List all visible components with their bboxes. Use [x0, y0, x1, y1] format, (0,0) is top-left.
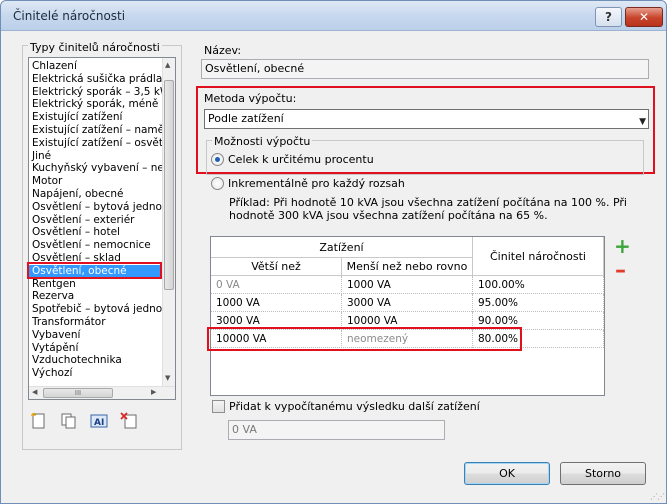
scroll-right-icon[interactable]: ▶	[151, 388, 156, 396]
types-list[interactable]: Chlazení Elektrická sušička prádla Elektri…	[28, 57, 176, 400]
delete-type-icon[interactable]	[120, 412, 138, 430]
list-item[interactable]: Osvětlení – bytová jednotk	[29, 201, 163, 214]
horizontal-scroll-thumb[interactable]: III	[43, 388, 113, 398]
list-item[interactable]: Existující zatížení	[29, 111, 163, 124]
list-item[interactable]: Napájení, obecné	[29, 188, 163, 201]
rename-type-icon[interactable]: AI	[90, 412, 108, 430]
types-label: Typy činitelů náročnosti	[28, 41, 162, 54]
selected-item-highlight-frame	[27, 261, 162, 279]
window-title: Činitelé náročnosti	[13, 9, 126, 23]
cell-greater[interactable]: 1000 VA	[211, 294, 342, 312]
cell-greater[interactable]: 0 VA	[211, 276, 342, 294]
method-selected-value: Podle zatížení	[208, 112, 284, 125]
list-item[interactable]: Rentgen	[29, 278, 163, 291]
header-demand-factor[interactable]: Činitel náročnosti	[473, 237, 604, 276]
scroll-up-icon[interactable]: ▲	[165, 61, 170, 69]
example-text-line-1: Příklad: Při hodnotě 10 kVA jsou všechna…	[229, 196, 627, 209]
resize-grip-icon[interactable]: ⋰⋰	[650, 492, 665, 501]
close-button[interactable]: ✕	[625, 7, 663, 27]
list-item[interactable]: Vzduchotechnika	[29, 354, 163, 367]
list-item[interactable]: Jiné	[29, 150, 163, 163]
list-item[interactable]: Kuchyňský vybavení – neb	[29, 162, 163, 175]
new-type-icon[interactable]	[30, 412, 48, 430]
add-row-icon[interactable]: +	[614, 234, 631, 258]
radio-incremental[interactable]	[211, 177, 224, 190]
add-load-checkbox[interactable]	[212, 400, 225, 413]
list-item[interactable]: Chlazení	[29, 60, 163, 73]
list-item[interactable]: Motor	[29, 175, 163, 188]
vertical-scroll-thumb[interactable]	[164, 80, 174, 290]
duplicate-type-icon[interactable]	[60, 412, 78, 430]
list-item[interactable]: Osvětlení – exteriér	[29, 214, 163, 227]
additional-load-field[interactable]: 0 VA	[228, 420, 445, 440]
example-text-line-2: hodnotě 300 kVA jsou všechna zatížení po…	[229, 209, 548, 222]
title-bar[interactable]: Činitelé náročnosti ? ✕	[1, 1, 666, 31]
method-select[interactable]: Podle zatížení ▼	[204, 109, 649, 129]
types-list-items: Chlazení Elektrická sušička prádla Elektri…	[29, 60, 163, 380]
method-label: Metoda výpočtu:	[204, 92, 297, 105]
list-item[interactable]: Elektrický sporák, méně než	[29, 98, 163, 111]
calculation-options-label: Možnosti výpočtu	[212, 135, 313, 148]
remove-row-icon[interactable]: –	[615, 258, 626, 283]
radio-whole-percent-label: Celek k určitému procentu	[228, 153, 374, 166]
add-load-label: Přidat k vypočítanému výsledku další zat…	[229, 400, 480, 413]
list-item[interactable]: Spotřebič – bytová jednotk	[29, 303, 163, 316]
cell-factor[interactable]: 95.00%	[473, 294, 604, 312]
list-item[interactable]: Osvětlení – hotel	[29, 226, 163, 239]
types-vertical-scrollbar[interactable]: ▲ ▼	[162, 58, 175, 386]
name-label: Název:	[204, 44, 242, 57]
list-item[interactable]: Elektrická sušička prádla	[29, 73, 163, 86]
radio-whole-percent[interactable]	[211, 153, 224, 166]
cancel-button[interactable]: Storno	[560, 462, 646, 485]
list-item[interactable]: Osvětlení – nemocnice	[29, 239, 163, 252]
demand-factor-table: Zatížení Větší než Menší než nebo rovno …	[210, 236, 605, 396]
list-item[interactable]: Rezerva	[29, 290, 163, 303]
list-item[interactable]: Existující zatížení – naměř	[29, 124, 163, 137]
list-item[interactable]: Elektrický sporák – 3,5 kW	[29, 86, 163, 99]
header-greater-than[interactable]: Větší než	[211, 258, 342, 276]
chevron-down-icon[interactable]: ▼	[639, 113, 646, 131]
table-row[interactable]: 0 VA 1000 VA 100.00%	[211, 276, 604, 294]
list-item[interactable]: Vybavení	[29, 329, 163, 342]
table-row[interactable]: 1000 VA 3000 VA 95.00%	[211, 294, 604, 312]
list-item[interactable]: Výchozí	[29, 367, 163, 380]
list-item[interactable]: Existující zatížení – osvětle	[29, 137, 163, 150]
ok-button[interactable]: OK	[464, 462, 550, 485]
list-item[interactable]: Vytápění	[29, 342, 163, 355]
last-row-highlight-frame	[207, 327, 522, 351]
header-less-or-equal[interactable]: Menší než nebo rovno	[342, 258, 473, 276]
header-load-group: Zatížení	[211, 237, 473, 258]
types-horizontal-scrollbar[interactable]: ◀ III ▶	[29, 386, 175, 399]
svg-text:AI: AI	[94, 418, 104, 428]
list-item[interactable]: Transformátor	[29, 316, 163, 329]
cell-less[interactable]: 1000 VA	[342, 276, 473, 294]
cell-factor[interactable]: 100.00%	[473, 276, 604, 294]
radio-incremental-label: Inkrementálně pro každý rozsah	[228, 177, 405, 190]
scroll-left-icon[interactable]: ◀	[32, 388, 37, 396]
name-field[interactable]: Osvětlení, obecné	[201, 59, 649, 79]
scroll-down-icon[interactable]: ▼	[165, 374, 170, 382]
cell-less[interactable]: 3000 VA	[342, 294, 473, 312]
help-button[interactable]: ?	[595, 7, 622, 27]
